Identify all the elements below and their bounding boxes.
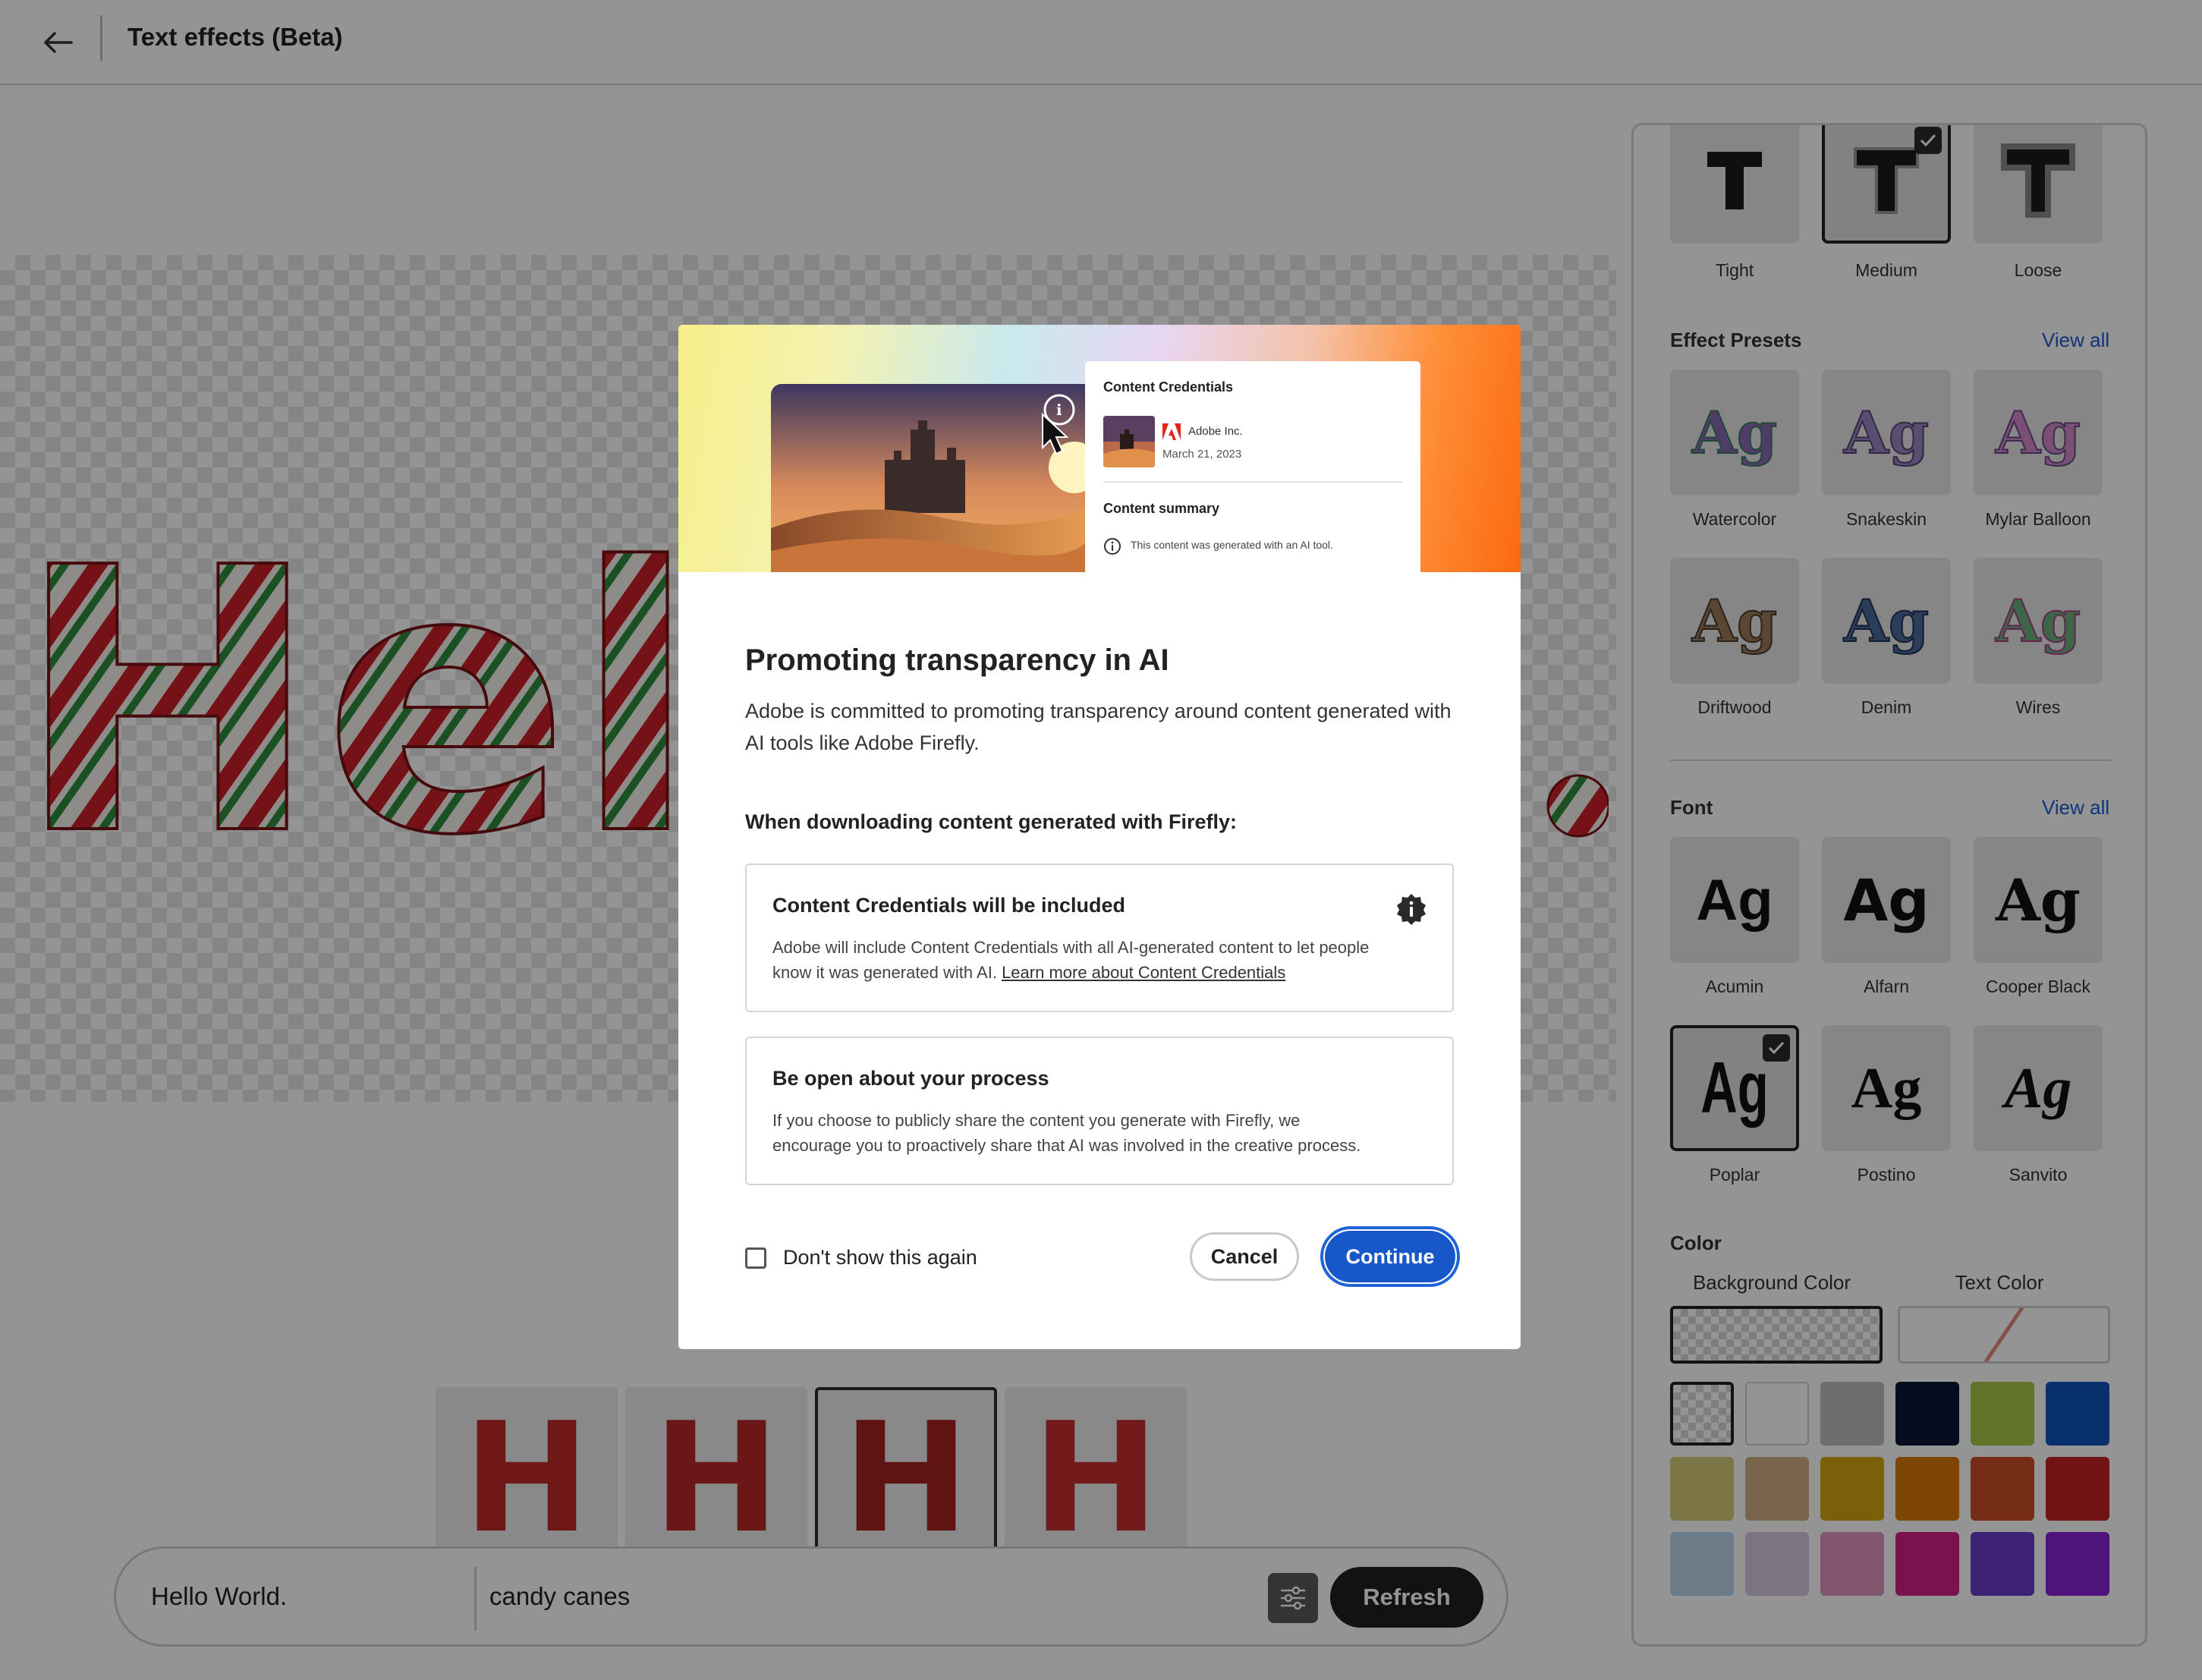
process-box: Be open about your process If you choose… <box>745 1037 1454 1185</box>
dialog-title: Promoting transparency in AI <box>745 643 1169 677</box>
credentials-badge-icon <box>1397 894 1426 925</box>
cancel-button[interactable]: Cancel <box>1190 1232 1299 1281</box>
learn-more-link[interactable]: Learn more about Content Credentials <box>1002 963 1285 982</box>
castle-image: i <box>771 384 1085 572</box>
svg-text:i: i <box>1056 401 1062 419</box>
card-title: Content Credentials <box>1103 379 1234 395</box>
card-org: Adobe Inc. <box>1188 425 1243 438</box>
card-summary-title: Content summary <box>1103 501 1220 516</box>
credentials-box: Content Credentials will be included Ado… <box>745 864 1454 1012</box>
credentials-box-title: Content Credentials will be included <box>772 894 1126 917</box>
dont-show-again-label: Don't show this again <box>783 1246 977 1269</box>
content-credentials-card: Content Credentials Adobe Inc. March 21,… <box>1085 361 1420 572</box>
dont-show-again-checkbox[interactable] <box>745 1247 766 1269</box>
credentials-box-text: Adobe will include Content Credentials w… <box>772 935 1379 985</box>
dont-show-again-row[interactable]: Don't show this again <box>745 1246 977 1269</box>
dialog-subheading: When downloading content generated with … <box>745 810 1237 833</box>
adobe-logo <box>1162 423 1181 440</box>
castle-illustration: i <box>771 384 1085 572</box>
dialog-body: Adobe is committed to promoting transpar… <box>745 700 1452 754</box>
card-divider <box>1103 481 1402 483</box>
process-box-text: If you choose to publicly share the cont… <box>772 1111 1361 1155</box>
continue-button[interactable]: Continue <box>1325 1231 1455 1282</box>
info-icon <box>1104 538 1121 555</box>
process-box-title: Be open about your process <box>772 1067 1049 1090</box>
dialog-hero: i Content Credentials Adobe Inc. March 2… <box>678 325 1521 572</box>
card-summary-text: This content was generated with an AI to… <box>1131 539 1333 551</box>
card-thumbnail <box>1103 416 1155 467</box>
card-date: March 21, 2023 <box>1162 448 1242 461</box>
transparency-dialog: i Content Credentials Adobe Inc. March 2… <box>678 325 1521 1349</box>
castle-thumbnail <box>1103 416 1155 467</box>
